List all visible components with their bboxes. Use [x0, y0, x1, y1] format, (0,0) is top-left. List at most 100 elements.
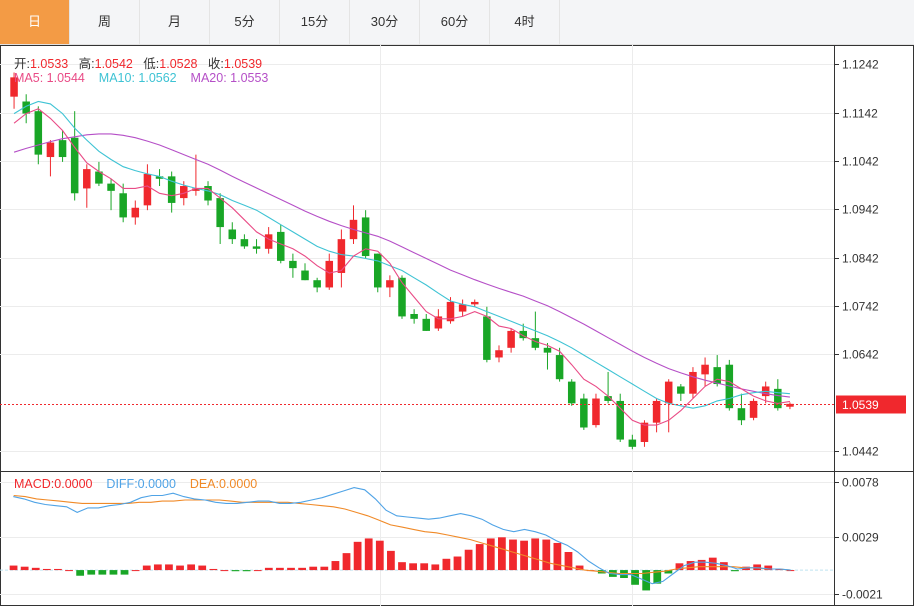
open-value: 1.0533 — [29, 57, 69, 71]
high-label: 高: — [78, 57, 95, 71]
ma10-value: 1.0562 — [138, 71, 177, 85]
macd-bar-20 — [231, 570, 240, 572]
high-value: 1.0542 — [94, 57, 133, 71]
macd-bar-10 — [120, 570, 129, 575]
candle-body-61 — [749, 400, 758, 418]
macd-bar-18 — [209, 568, 218, 571]
candle-body-37 — [458, 304, 467, 312]
macd-bar-36 — [409, 563, 417, 571]
diff-value: 0.0000 — [137, 477, 176, 491]
candle-body-38 — [470, 301, 479, 305]
candle-body-10 — [131, 207, 140, 218]
macd-bar-7 — [87, 570, 96, 575]
macd-bar-19 — [220, 570, 229, 572]
candle-body-46 — [567, 381, 576, 404]
candle-body-54 — [664, 381, 673, 404]
macd-bar-33 — [375, 540, 384, 571]
close-value: 1.0539 — [223, 57, 263, 71]
ma20-label: MA20: — [190, 71, 231, 85]
macd-bar-6 — [76, 570, 85, 576]
macd-label: MACD: — [14, 477, 55, 491]
candle-body-47 — [580, 398, 588, 428]
candle-body-25 — [313, 280, 321, 288]
candle-body-41 — [507, 330, 515, 348]
macd-bar-5 — [65, 570, 73, 572]
dea-value: 0.0000 — [219, 477, 258, 491]
macd-bar-2 — [31, 567, 40, 571]
macd-bar-12 — [142, 565, 151, 571]
candle-body-20 — [252, 246, 261, 249]
dea-label: DEA: — [189, 477, 219, 491]
macd-bar-23 — [264, 567, 273, 571]
macd-bar-25 — [287, 567, 295, 571]
macd-bar-16 — [187, 564, 196, 571]
macd-tick-label-0: 0.0078 — [842, 476, 879, 490]
macd-bar-3 — [42, 568, 51, 571]
macd-bar-45 — [509, 539, 517, 571]
price-tick-label-1: 1.1142 — [842, 107, 878, 121]
candle-body-44 — [543, 347, 552, 353]
macd-bar-15 — [176, 565, 184, 571]
candle-body-26 — [325, 260, 334, 288]
macd-bar-0 — [9, 565, 18, 571]
price-tick-label-7: 1.0442 — [842, 445, 879, 459]
diff-readout-item: DIFF:0.0000 — [106, 477, 175, 491]
macd-bar-41 — [464, 549, 473, 571]
diff-label: DIFF: — [106, 477, 138, 491]
candle-body-19 — [240, 239, 249, 247]
ma10-label: MA10: — [98, 71, 139, 85]
macd-bar-9 — [109, 570, 118, 575]
price-tick-label-6: 1.0642 — [842, 348, 879, 362]
candle-body-56 — [689, 371, 697, 394]
macd-bar-1 — [20, 566, 29, 571]
price-tick-label-2: 1.1042 — [842, 155, 879, 169]
candle-body-48 — [592, 398, 600, 426]
candle-body-11 — [143, 173, 152, 206]
open-label: 开: — [14, 57, 30, 71]
ma5-readout: MA5: 1.0544 — [14, 71, 85, 85]
candle-body-30 — [373, 253, 382, 288]
macd-bar-8 — [98, 570, 107, 575]
ma10-line — [13, 100, 790, 409]
macd-bar-13 — [153, 564, 162, 571]
macd-bar-30 — [342, 553, 351, 571]
macd-bar-47 — [531, 538, 540, 571]
macd-bar-24 — [276, 567, 284, 571]
candle-body-8 — [107, 183, 115, 191]
candle-body-5 — [70, 137, 79, 194]
candle-body-6 — [83, 169, 91, 189]
dea-readout-item: DEA:0.0000 — [190, 477, 257, 491]
macd-bar-40 — [453, 556, 462, 571]
macd-bar-34 — [387, 550, 395, 571]
candle-body-21 — [264, 234, 273, 249]
macd-bar-48 — [542, 539, 551, 571]
candle-body-2 — [34, 111, 43, 155]
candle-body-24 — [301, 270, 309, 281]
macd-bar-28 — [320, 566, 329, 571]
candle-body-39 — [483, 316, 491, 360]
low-label: 低: — [143, 57, 160, 71]
last-price-label: 1.0539 — [842, 398, 879, 412]
macd-bar-43 — [486, 538, 495, 571]
macd-bar-27 — [309, 566, 318, 571]
macd-bar-17 — [198, 565, 207, 571]
price-tick-label-4: 1.0842 — [842, 252, 879, 266]
candle-body-63 — [774, 388, 782, 409]
macd-tick-label-1: 0.0029 — [842, 531, 879, 545]
macd-bar-62 — [697, 559, 706, 571]
candle-body-33 — [410, 314, 418, 319]
candle-body-18 — [228, 229, 237, 240]
price-tick-label-0: 1.1242 — [842, 58, 879, 72]
macd-bar-31 — [353, 541, 362, 571]
ma10-readout: MA10: 1.0562 — [99, 71, 177, 85]
macd-bar-37 — [420, 563, 429, 571]
macd-readout: MACD:0.0000 DIFF:0.0000 DEA:0.0000 — [14, 477, 257, 491]
candle-body-57 — [701, 364, 709, 375]
macd-tick-label-2: -0.0021 — [842, 588, 883, 602]
macd-bar-39 — [442, 558, 451, 571]
candle-body-34 — [422, 318, 431, 331]
candle-body-3 — [46, 142, 55, 158]
macd-bar-11 — [131, 570, 140, 572]
candle-body-50 — [616, 400, 624, 440]
price-tick-label-3: 1.0942 — [842, 203, 879, 217]
